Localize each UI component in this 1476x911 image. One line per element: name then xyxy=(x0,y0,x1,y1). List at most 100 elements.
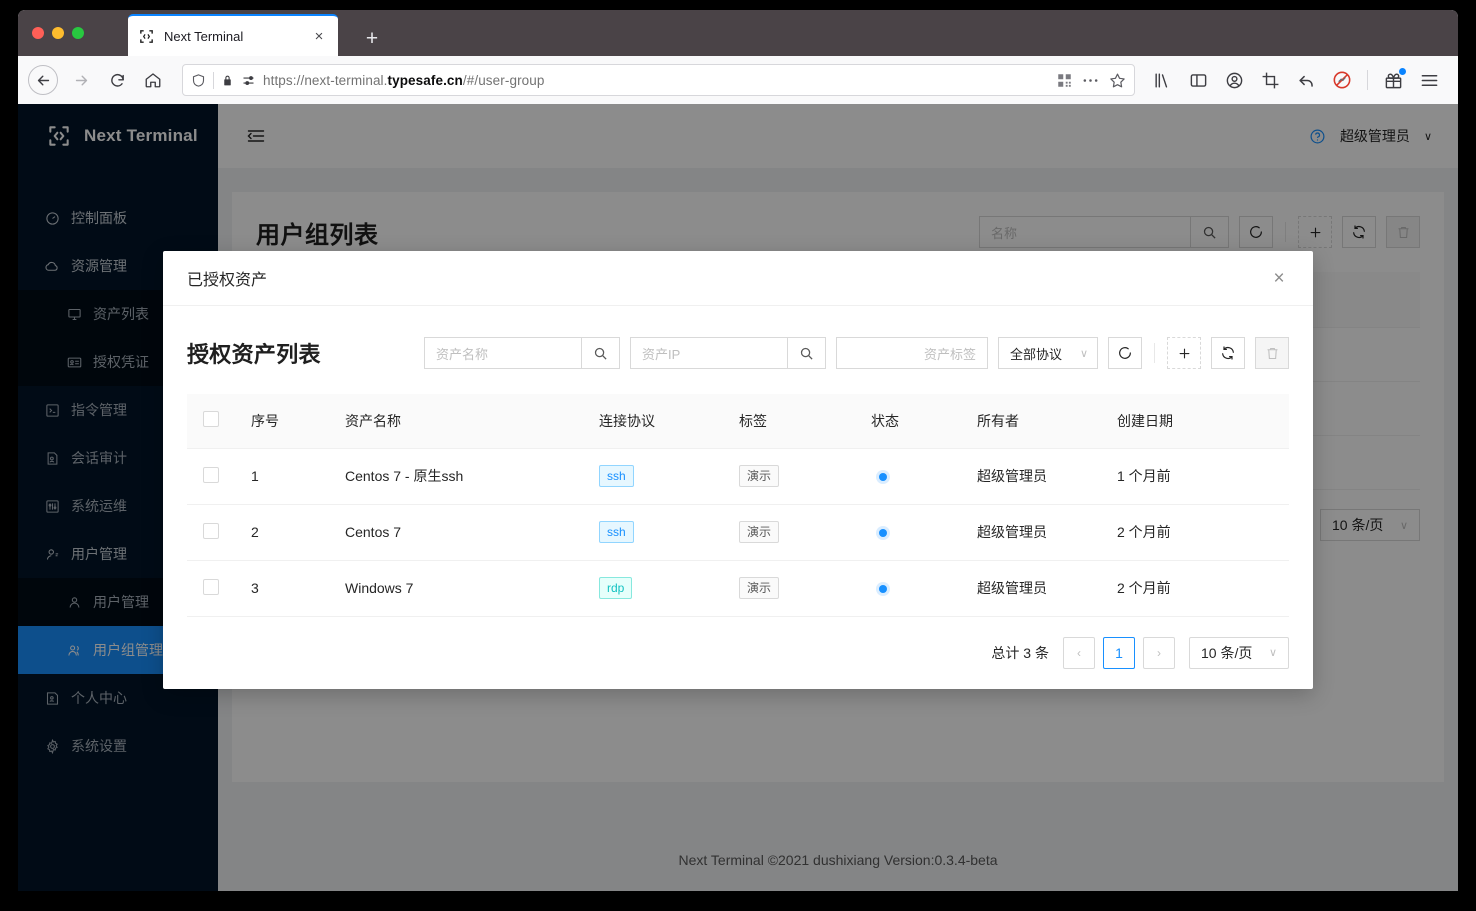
reload-icon[interactable] xyxy=(100,63,134,97)
row-select-cell xyxy=(187,504,243,560)
status-badge xyxy=(879,473,887,481)
browser-tab[interactable]: Next Terminal × xyxy=(128,14,338,56)
pagination-prev-button[interactable]: ‹ xyxy=(1063,637,1095,669)
pagination-page-1[interactable]: 1 xyxy=(1103,637,1135,669)
row-checkbox[interactable] xyxy=(203,579,219,595)
modal-toolbar: 资产名称 资产IP xyxy=(424,337,1289,369)
library-icon[interactable] xyxy=(1145,63,1179,97)
row-index: 2 xyxy=(243,504,337,560)
row-select-cell xyxy=(187,448,243,504)
row-checkbox[interactable] xyxy=(203,523,219,539)
row-status-cell xyxy=(863,448,969,504)
refresh-button[interactable] xyxy=(1211,337,1245,369)
asset-ip-input[interactable]: 资产IP xyxy=(630,337,826,369)
asset-ip-placeholder: 资产IP xyxy=(631,344,787,363)
asset-tag: 演示 xyxy=(739,521,779,543)
column-header: 创建日期 xyxy=(1109,394,1289,448)
assets-table: 序号 资产名称 连接协议 标签 状态 所有者 创建日期 xyxy=(187,394,1289,617)
row-checkbox[interactable] xyxy=(203,467,219,483)
home-icon[interactable] xyxy=(136,63,170,97)
row-status-cell xyxy=(863,560,969,616)
status-badge xyxy=(879,529,887,537)
row-owner: 超级管理员 xyxy=(969,560,1109,616)
asset-name-placeholder: 资产名称 xyxy=(425,344,581,363)
app-viewport: Next Terminal 控制面板 资源管理 资产列表 xyxy=(18,104,1458,891)
row-protocol-cell: rdp xyxy=(591,560,731,616)
select-all-checkbox[interactable] xyxy=(203,411,219,427)
protocol-tag: rdp xyxy=(599,577,632,599)
pagination-next-button[interactable]: › xyxy=(1143,637,1175,669)
browser-window: Next Terminal × + xyxy=(18,10,1458,891)
qr-code-icon[interactable] xyxy=(1057,73,1072,88)
table-header-row: 序号 资产名称 连接协议 标签 状态 所有者 创建日期 xyxy=(187,394,1289,448)
bookmark-star-icon[interactable] xyxy=(1109,72,1126,89)
row-select-cell xyxy=(187,560,243,616)
sidebar-icon[interactable] xyxy=(1181,63,1215,97)
permissions-icon[interactable] xyxy=(241,73,256,88)
row-protocol-cell: ssh xyxy=(591,504,731,560)
close-icon[interactable]: × xyxy=(310,27,328,45)
row-created: 2 个月前 xyxy=(1109,560,1289,616)
status-badge xyxy=(879,585,887,593)
row-protocol-cell: ssh xyxy=(591,448,731,504)
modal-toolbar-row: 授权资产列表 资产名称 资产IP xyxy=(187,328,1289,378)
chevron-down-icon: ∨ xyxy=(1269,646,1277,659)
protocol-select-value: 全部协议 xyxy=(999,344,1080,363)
row-created: 1 个月前 xyxy=(1109,448,1289,504)
table-row[interactable]: 1 Centos 7 - 原生ssh ssh 演示 超级管理员 1 个月前 xyxy=(187,448,1289,504)
row-tag-cell: 演示 xyxy=(731,560,863,616)
page-size-label: 10 条/页 xyxy=(1201,643,1252,663)
asset-tag-select[interactable]: 资产标签 xyxy=(836,337,988,369)
maximize-window-button[interactable] xyxy=(72,27,84,39)
undo-icon[interactable] xyxy=(1289,63,1323,97)
modal-body: 授权资产列表 资产名称 资产IP xyxy=(163,306,1313,689)
chevron-down-icon: ∨ xyxy=(1080,347,1088,360)
search-icon[interactable] xyxy=(787,338,825,368)
page-size-select[interactable]: 10 条/页 ∨ xyxy=(1189,637,1289,669)
close-icon[interactable]: × xyxy=(1269,268,1289,288)
back-arrow-icon[interactable] xyxy=(28,65,58,95)
search-icon[interactable] xyxy=(581,338,619,368)
page-actions-icon[interactable] xyxy=(1082,78,1099,83)
code-brackets-icon xyxy=(138,28,155,45)
table-row[interactable]: 3 Windows 7 rdp 演示 超级管理员 2 个月前 xyxy=(187,560,1289,616)
row-index: 1 xyxy=(243,448,337,504)
reset-button[interactable] xyxy=(1108,337,1142,369)
menu-icon[interactable] xyxy=(1412,63,1446,97)
address-bar[interactable]: https://next-terminal.typesafe.cn/#/user… xyxy=(182,64,1135,96)
modal-header: 已授权资产 × xyxy=(163,251,1313,306)
row-created: 2 个月前 xyxy=(1109,504,1289,560)
minimize-window-button[interactable] xyxy=(52,27,64,39)
delete-button[interactable] xyxy=(1255,337,1289,369)
account-icon[interactable] xyxy=(1217,63,1251,97)
column-header: 标签 xyxy=(731,394,863,448)
url-text[interactable]: https://next-terminal.typesafe.cn/#/user… xyxy=(263,73,1050,88)
asset-tag: 演示 xyxy=(739,465,779,487)
protocol-select[interactable]: 全部协议 ∨ xyxy=(998,337,1098,369)
column-header: 资产名称 xyxy=(337,394,591,448)
modal-pagination: 总计 3 条 ‹ 1 › 10 条/页 ∨ xyxy=(187,617,1289,689)
shield-icon[interactable] xyxy=(191,73,206,88)
table-row[interactable]: 2 Centos 7 ssh 演示 超级管理员 2 个月前 xyxy=(187,504,1289,560)
toolbar-divider xyxy=(1367,70,1368,90)
add-button[interactable] xyxy=(1167,337,1201,369)
screenshot-icon[interactable] xyxy=(1253,63,1287,97)
lock-icon[interactable] xyxy=(221,73,234,88)
select-all-header xyxy=(187,394,243,448)
column-header: 连接协议 xyxy=(591,394,731,448)
column-header: 状态 xyxy=(863,394,969,448)
blocked-icon[interactable] xyxy=(1325,63,1359,97)
gift-icon[interactable] xyxy=(1376,63,1410,97)
forward-arrow-icon[interactable] xyxy=(64,63,98,97)
column-header: 所有者 xyxy=(969,394,1109,448)
new-tab-button[interactable]: + xyxy=(358,24,386,52)
modal-title: 已授权资产 xyxy=(187,266,267,290)
browser-navbar: https://next-terminal.typesafe.cn/#/user… xyxy=(18,56,1458,104)
tab-title: Next Terminal xyxy=(164,29,310,44)
close-window-button[interactable] xyxy=(32,27,44,39)
row-index: 3 xyxy=(243,560,337,616)
asset-name-input[interactable]: 资产名称 xyxy=(424,337,620,369)
asset-tag: 演示 xyxy=(739,577,779,599)
modal-list-title: 授权资产列表 xyxy=(187,337,321,369)
gift-badge xyxy=(1399,68,1406,75)
